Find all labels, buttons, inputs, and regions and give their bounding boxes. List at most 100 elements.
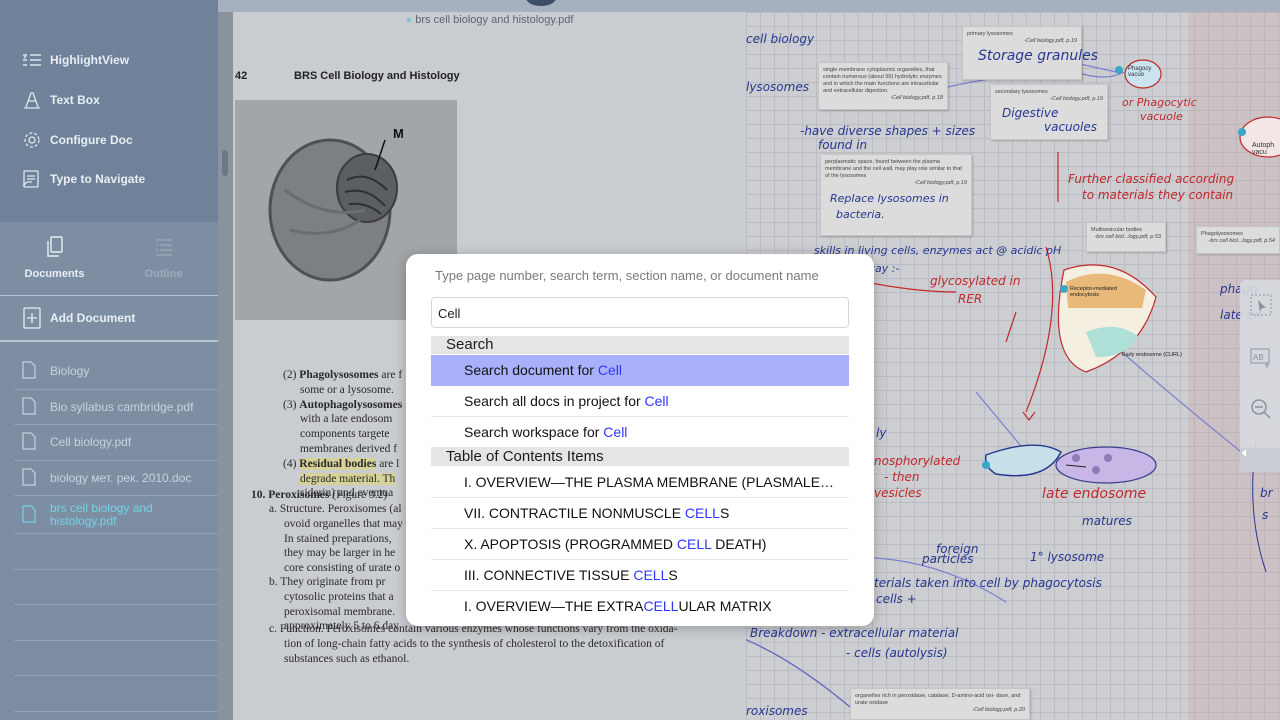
sidebar-tabs: Documents Outline xyxy=(0,228,218,296)
card-source: -Cell biology.pdf, p.19 xyxy=(1050,96,1103,102)
card-text: Multivesicular bodies xyxy=(1091,227,1143,233)
configure-doc-button[interactable]: Configure Doc xyxy=(22,128,133,152)
toc-item[interactable]: I. OVERVIEW—THE EXTRACELLULAR MATRIX xyxy=(431,591,849,622)
pdf-title-text: brs cell biology and histology.pdf xyxy=(415,14,574,26)
add-document-icon xyxy=(22,307,42,329)
pdf-para-c: c. Function. Peroxisomes contain various… xyxy=(269,622,729,666)
document-item[interactable]: biology мет. рек. 2010.doc xyxy=(14,461,218,496)
pdf-line: degrade material. Th xyxy=(283,472,402,487)
handwritten-note: particles xyxy=(922,552,974,566)
toc-item[interactable]: III. CONNECTIVE TISSUE CELLS xyxy=(431,560,849,591)
pdf-line-text: are l xyxy=(376,457,400,470)
handwritten-note: Replace lysosomes in xyxy=(830,192,949,205)
list-item xyxy=(14,605,218,641)
highlight-view-label: HighlightView xyxy=(50,53,130,67)
document-item-active[interactable]: brs cell biology and histology.pdf xyxy=(14,496,218,534)
toc-text: I. OVERVIEW—THE EXTRA xyxy=(464,598,644,614)
file-icon xyxy=(22,432,38,452)
handwritten-note: s xyxy=(1262,508,1269,522)
card-text: organelles rich in peroxidase, catalase,… xyxy=(855,693,1021,706)
handwritten-note: ly xyxy=(876,426,887,440)
navigate-hint: Type page number, search term, section n… xyxy=(435,268,819,283)
file-icon xyxy=(22,504,38,525)
document-item[interactable]: Cell biology.pdf xyxy=(14,425,218,461)
pull-down-handle[interactable] xyxy=(526,0,556,6)
pdf-title-dot: ● xyxy=(405,14,416,26)
toc-item[interactable]: VII. CONTRACTILE NONMUSCLE CELLS xyxy=(431,498,849,529)
configure-doc-label: Configure Doc xyxy=(50,133,133,147)
diagram-label: Early endosome (CURL) xyxy=(1122,352,1182,358)
toc-section-header: Table of Contents Items xyxy=(431,448,849,466)
handwritten-note: Digestive xyxy=(1002,106,1059,120)
tab-documents-label: Documents xyxy=(24,268,85,280)
pdf-line: with a late endosom xyxy=(300,413,393,426)
tab-outline[interactable]: Outline xyxy=(109,234,218,280)
note-card[interactable]: single membrane cytoplasmic organelles, … xyxy=(818,62,948,110)
handwritten-note: - then xyxy=(884,470,920,484)
pdf-line: substances such as ethanol. xyxy=(284,652,410,665)
pdf-list-block: (2) Phagolysosomes are f some or a lysos… xyxy=(283,368,402,501)
search-document-option[interactable]: Search document for Cell xyxy=(431,355,849,386)
note-card[interactable]: Multivesicular bodies -brs cell biol...lo… xyxy=(1086,222,1166,252)
navigate-search-input[interactable]: Cell xyxy=(431,297,849,328)
highlight-view-icon xyxy=(22,50,42,70)
note-card[interactable]: Phagolysosomes -brs cell biol...logy.pdf,… xyxy=(1196,226,1280,254)
list-item xyxy=(14,534,218,570)
toc-item[interactable]: I. OVERVIEW—THE PLASMA MEMBRANE (PLASMAL… xyxy=(431,467,849,498)
pdf-line: membranes derived f xyxy=(300,442,398,455)
toc-match: CELL xyxy=(633,567,669,583)
navigate-dialog: Type page number, search term, section n… xyxy=(406,254,874,626)
toc-text-suffix: ULAR MATRIX xyxy=(678,598,772,614)
pdf-line: they may be larger in he xyxy=(284,547,396,560)
option-match: Cell xyxy=(644,393,669,409)
list-item xyxy=(14,570,218,605)
toc-text-suffix: S xyxy=(668,567,678,583)
option-text: Search workspace for xyxy=(464,424,604,440)
handwritten-note: -have diverse shapes + sizes xyxy=(800,124,976,138)
file-icon xyxy=(22,397,38,417)
document-name: brs cell biology and histology.pdf xyxy=(50,500,153,528)
pdf-line: peroxisomal membrane. xyxy=(284,605,396,618)
handwritten-note: vacuoles xyxy=(1044,120,1097,134)
handwritten-note: Further classified according xyxy=(1068,172,1235,186)
outline-icon xyxy=(109,234,218,260)
handwritten-note: RER xyxy=(958,292,983,306)
tab-outline-label: Outline xyxy=(144,268,183,280)
item-number: (2) xyxy=(283,369,297,381)
text-box-icon xyxy=(22,90,42,110)
item-number: (4) xyxy=(283,457,297,470)
tab-documents[interactable]: Documents xyxy=(0,234,109,280)
toc-match: CELL xyxy=(676,536,712,552)
card-text: primary lysosomes xyxy=(967,31,1013,37)
pdf-line: a. Structure. Peroxisomes (al xyxy=(269,503,402,515)
handwritten-note: nosphorylated xyxy=(874,454,961,468)
text-box-label: Text Box xyxy=(50,93,100,107)
pdf-line: In stained preparations, xyxy=(284,532,392,545)
text-box-button[interactable]: Text Box xyxy=(22,88,100,112)
sidebar-resize-handle[interactable] xyxy=(222,150,228,176)
handwritten-note: lysosomes xyxy=(746,80,809,94)
handwritten-note: glycosylated in xyxy=(930,274,1021,288)
handwritten-note: found in xyxy=(818,138,868,152)
pdf-line: some or a lysosome. xyxy=(300,383,394,396)
sidebar: HighlightView Text Box Configure Doc Typ… xyxy=(0,0,218,720)
toc-text: X. APOPTOSIS (PROGRAMMED xyxy=(464,536,677,552)
type-to-navigate-button[interactable]: Type to Navigate xyxy=(22,167,145,191)
toc-item[interactable]: X. APOPTOSIS (PROGRAMMED CELL DEATH) xyxy=(431,529,849,560)
add-document-button[interactable]: Add Document xyxy=(0,296,218,342)
document-item[interactable]: Biology xyxy=(14,354,218,390)
search-all-docs-option[interactable]: Search all docs in project for Cell xyxy=(431,386,849,417)
document-name: Biology xyxy=(50,364,90,379)
diagram-label: Autoph vacu xyxy=(1252,142,1275,156)
collapse-toolbar-icon[interactable] xyxy=(1240,448,1280,472)
note-card[interactable]: organelles rich in peroxidase, catalase,… xyxy=(850,688,1030,720)
search-workspace-option[interactable]: Search workspace for Cell xyxy=(431,417,849,448)
toc-match: CELL xyxy=(684,505,720,521)
file-icon xyxy=(22,468,38,488)
list-item xyxy=(14,641,218,676)
document-item[interactable]: Bio syllabus cambridge.pdf xyxy=(14,390,218,425)
document-list: Biology Bio syllabus cambridge.pdf Cell … xyxy=(14,354,218,720)
pdf-line: core consisting of urate o xyxy=(284,562,401,575)
highlight-view-button[interactable]: HighlightView xyxy=(22,48,129,72)
handwritten-note: bacteria. xyxy=(836,208,885,221)
